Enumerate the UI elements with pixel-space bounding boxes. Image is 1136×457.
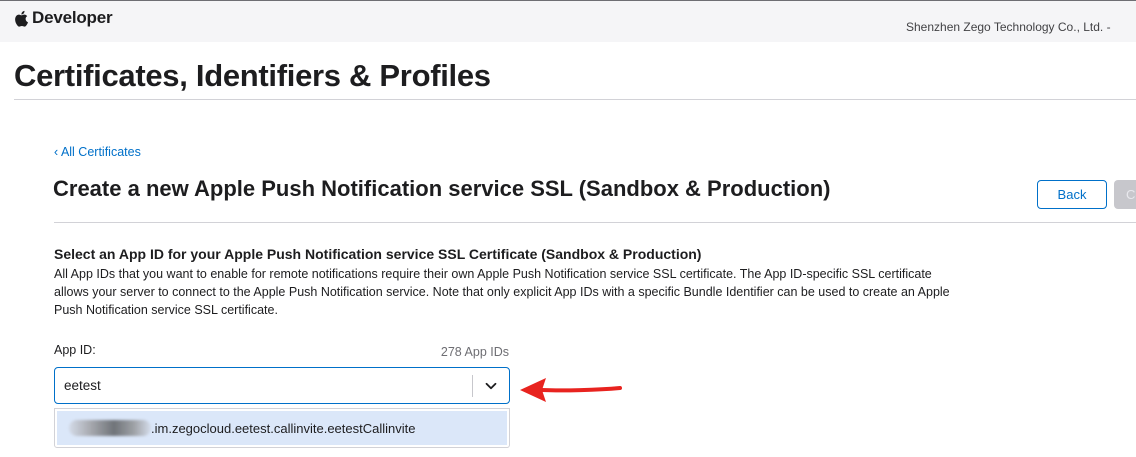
apple-logo-icon bbox=[14, 10, 28, 27]
app-id-options: .im.zegocloud.eetest.callinvite.eetestCa… bbox=[54, 408, 510, 448]
section-title: Create a new Apple Push Notification ser… bbox=[53, 176, 831, 201]
dropdown-toggle-button[interactable] bbox=[473, 368, 509, 403]
title-divider bbox=[14, 99, 1136, 100]
section-divider bbox=[54, 222, 1136, 223]
page-title: Certificates, Identifiers & Profiles bbox=[14, 58, 491, 93]
app-id-search-input[interactable] bbox=[55, 370, 472, 401]
app-id-option-label: .im.zegocloud.eetest.callinvite.eetestCa… bbox=[151, 420, 416, 436]
developer-brand[interactable]: Developer bbox=[14, 5, 113, 31]
back-button[interactable]: Back bbox=[1037, 180, 1107, 209]
brand-label: Developer bbox=[32, 8, 113, 27]
select-app-id-description: All App IDs that you want to enable for … bbox=[54, 267, 950, 317]
global-header: Developer Shenzhen Zego Technology Co., … bbox=[0, 0, 1136, 42]
chevron-down-icon bbox=[484, 379, 498, 393]
annotation-arrow-icon bbox=[520, 378, 622, 402]
all-certificates-link[interactable]: ‹ All Certificates bbox=[54, 145, 141, 159]
account-name[interactable]: Shenzhen Zego Technology Co., Ltd. - bbox=[906, 20, 1136, 34]
app-id-label: App ID: bbox=[54, 343, 96, 357]
select-app-id-heading: Select an App ID for your Apple Push Not… bbox=[54, 246, 702, 262]
continue-button[interactable]: Continue bbox=[1114, 180, 1136, 209]
app-id-count: 278 App IDs bbox=[440, 345, 509, 359]
app-id-combobox[interactable] bbox=[54, 367, 510, 404]
redacted-prefix bbox=[69, 420, 151, 436]
app-id-option[interactable]: .im.zegocloud.eetest.callinvite.eetestCa… bbox=[57, 411, 507, 445]
